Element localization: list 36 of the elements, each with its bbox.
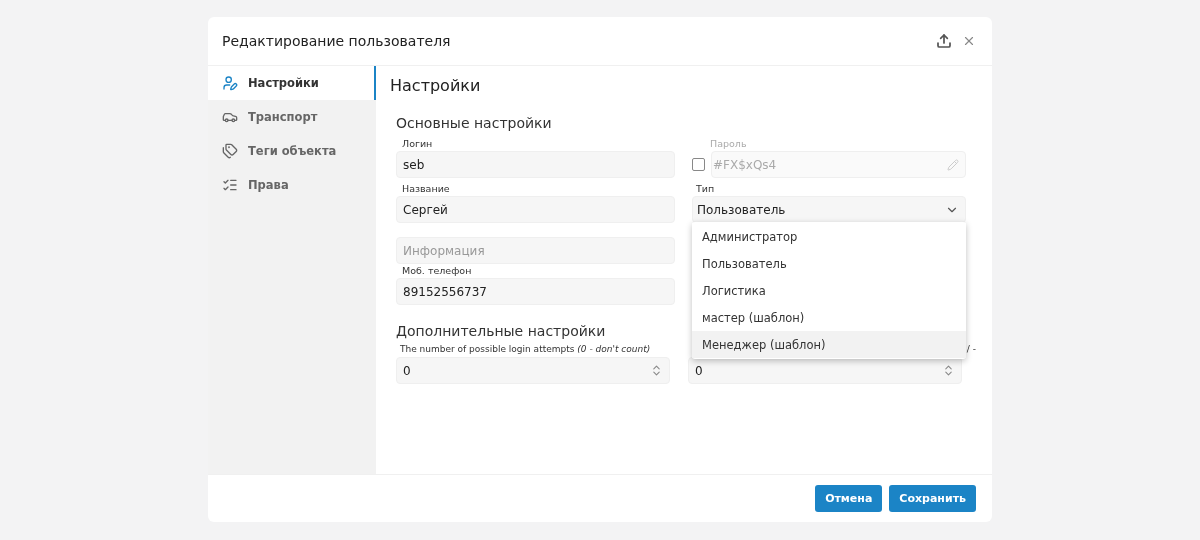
close-icon[interactable] [962, 34, 976, 48]
dropdown-option[interactable]: Администратор [692, 223, 966, 250]
phone-field[interactable]: 89152556737 [396, 278, 675, 305]
dropdown-option[interactable]: Пользователь [692, 250, 966, 277]
section-title: Дополнительные настройки [396, 323, 607, 339]
number-field[interactable]: 0 [688, 357, 962, 384]
spinner-icon [942, 364, 955, 377]
page-title: Настройки [390, 76, 482, 95]
dropdown-option[interactable]: мастер (шаблон) [692, 304, 966, 331]
field-label: Моб. телефон [402, 264, 473, 278]
save-button[interactable]: Сохранить [889, 485, 976, 512]
upload-icon[interactable] [936, 33, 952, 49]
field-label: Пароль [710, 137, 748, 151]
section-title: Основные настройки [396, 115, 553, 131]
type-select[interactable]: Пользователь [692, 196, 966, 223]
number-field[interactable]: 0 [396, 357, 670, 384]
dropdown-option[interactable]: Логистика [692, 277, 966, 304]
field-label: Логин [402, 137, 434, 151]
sidebar-item[interactable]: Права [208, 168, 376, 202]
cancel-button[interactable]: Отмена [815, 485, 883, 512]
sidebar-item[interactable]: Теги объекта [208, 134, 376, 168]
tags-icon [222, 143, 238, 159]
pencil-icon [947, 158, 959, 171]
login-field[interactable]: seb [396, 151, 675, 178]
name-field[interactable]: Сергей [396, 196, 675, 223]
field-label: Тип [696, 182, 716, 196]
spinner-icon [650, 364, 663, 377]
user-pen-icon [222, 75, 238, 91]
field-label: / - [966, 343, 976, 356]
checklist-icon [222, 177, 238, 193]
dialog-title: Редактирование пользователя [222, 33, 452, 49]
field-label: Название [402, 182, 451, 196]
field-label: The number of possible login attempts (0 - don't count) [400, 343, 652, 356]
sidebar-item[interactable]: Транспорт [208, 100, 376, 134]
sidebar-item[interactable]: Настройки [208, 66, 376, 100]
dropdown-option[interactable]: Менеджер (шаблон) [692, 331, 966, 358]
